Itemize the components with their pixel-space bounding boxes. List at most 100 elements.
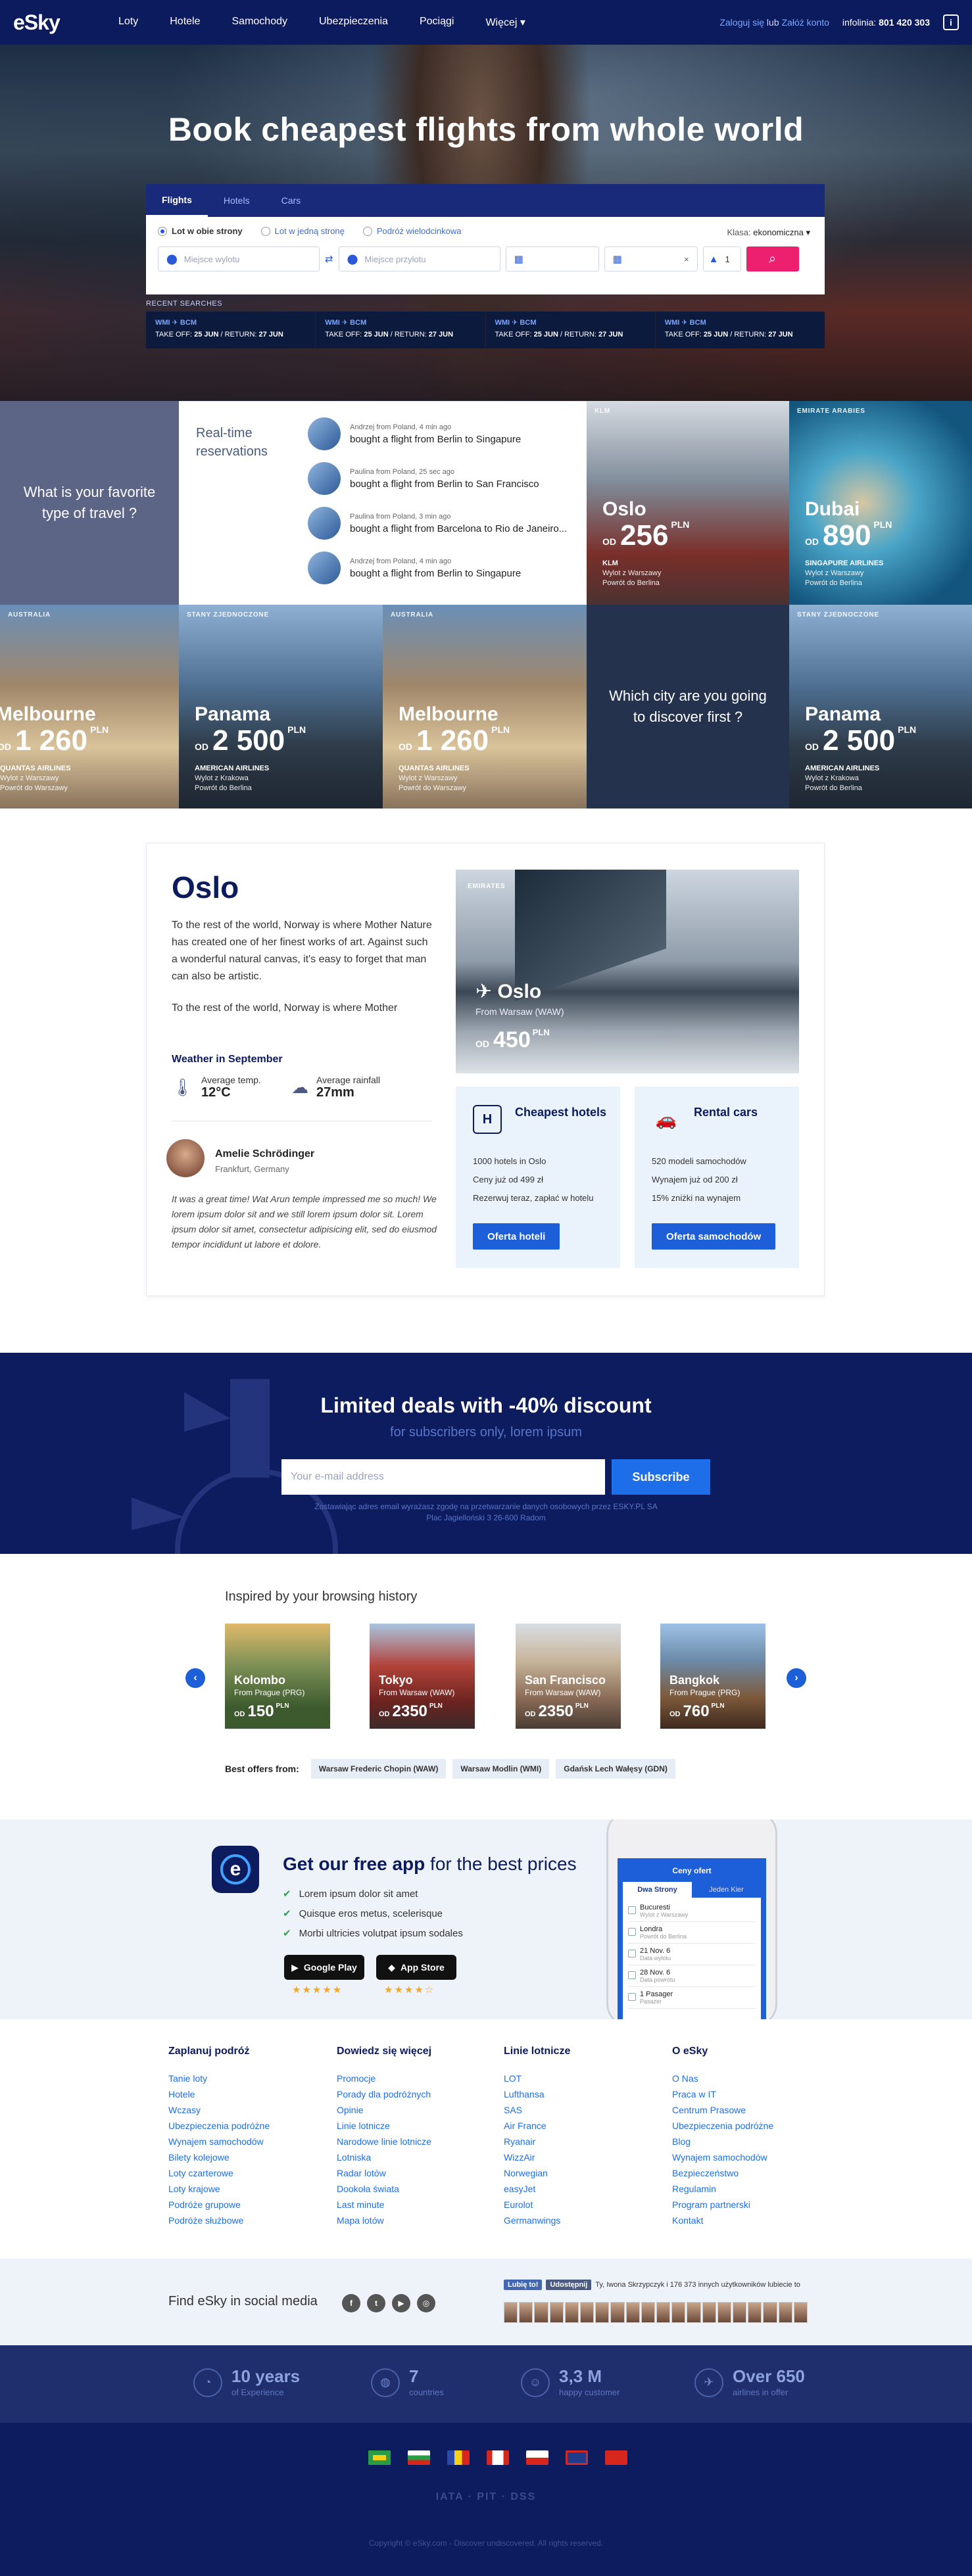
esky-logo[interactable]: eSky bbox=[13, 11, 99, 35]
oslo-flight-offer[interactable]: EMIRATES ✈ Oslo From Warsaw (WAW) OD 450 P… bbox=[456, 870, 799, 1073]
nav-item-pociagi[interactable]: Pociągi bbox=[420, 16, 454, 29]
footer-link[interactable]: Lotniska bbox=[337, 2149, 495, 2165]
footer-link[interactable]: Narodowe linie lotnicze bbox=[337, 2134, 495, 2149]
deal-tile-dubai[interactable]: EMIRATE ARABIES Dubai OD 890 PLN SINGAPURE… bbox=[789, 401, 972, 605]
footer-link[interactable]: Air France bbox=[504, 2118, 662, 2134]
footer-link[interactable]: Germanwings bbox=[504, 2213, 662, 2228]
inspired-card-kolombo[interactable]: Kolombo From Prague (PRG) OD 150 PLN bbox=[225, 1624, 330, 1729]
swap-icon[interactable]: ⇄ bbox=[325, 253, 333, 265]
nav-item-wiecej[interactable]: Więcej ▾ bbox=[485, 16, 525, 29]
info-icon[interactable]: i bbox=[943, 14, 959, 30]
hotels-offer-button[interactable]: Oferta hoteli bbox=[473, 1223, 560, 1250]
airport-chip-wmi[interactable]: Warsaw Modlin (WMI) bbox=[452, 1759, 550, 1779]
footer-link[interactable]: SAS bbox=[504, 2102, 662, 2118]
flag-brazil-icon[interactable] bbox=[368, 2450, 391, 2465]
trip-type-multicity-radio[interactable]: Podróż wielodcinkowa bbox=[362, 226, 461, 236]
footer-link[interactable]: WizzAir bbox=[504, 2149, 662, 2165]
footer-link[interactable]: Last minute bbox=[337, 2197, 495, 2213]
footer-link[interactable]: Kontakt bbox=[672, 2213, 830, 2228]
search-button[interactable]: ⌕ bbox=[746, 246, 799, 271]
footer-link[interactable]: Program partnerski bbox=[672, 2197, 830, 2213]
footer-link[interactable]: Regulamin bbox=[672, 2181, 830, 2197]
footer-link[interactable]: Eurolot bbox=[504, 2197, 662, 2213]
arrival-input[interactable]: ⬤ Miejsce przylotu bbox=[338, 246, 500, 271]
footer-link[interactable]: O Nas bbox=[672, 2071, 830, 2086]
cars-offer-button[interactable]: Oferta samochodów bbox=[652, 1223, 776, 1250]
footer-link[interactable]: Tanie loty bbox=[168, 2071, 326, 2086]
tab-flights[interactable]: Flights bbox=[146, 184, 208, 217]
flag-turkey-icon[interactable] bbox=[605, 2450, 627, 2465]
footer-link[interactable]: Porady dla podróżnych bbox=[337, 2086, 495, 2102]
footer-link[interactable]: Loty czarterowe bbox=[168, 2165, 326, 2181]
tab-hotels[interactable]: Hotels bbox=[208, 184, 266, 217]
login-link[interactable]: Zaloguj się bbox=[719, 17, 764, 28]
inspired-card-tokyo[interactable]: Tokyo From Warsaw (WAW) OD 2350 PLN bbox=[370, 1624, 475, 1729]
footer-link[interactable]: Wczasy bbox=[168, 2102, 326, 2118]
instagram-icon[interactable]: ◎ bbox=[417, 2294, 435, 2312]
deal-tile-panama[interactable]: STANY ZJEDNOCZONE Panama OD 2 500 PLN AMER… bbox=[179, 605, 383, 808]
footer-link[interactable]: Podróże grupowe bbox=[168, 2197, 326, 2213]
footer-link[interactable]: Praca w IT bbox=[672, 2086, 830, 2102]
airport-chip-waw[interactable]: Warsaw Frederic Chopin (WAW) bbox=[310, 1759, 447, 1779]
subscribe-button[interactable]: Subscribe bbox=[612, 1459, 710, 1495]
airport-chip-gdn[interactable]: Gdańsk Lech Wałęsy (GDN) bbox=[556, 1759, 675, 1779]
nav-item-loty[interactable]: Loty bbox=[118, 16, 138, 29]
flag-romania-icon[interactable] bbox=[447, 2450, 470, 2465]
twitter-icon[interactable]: t bbox=[367, 2294, 385, 2312]
carousel-prev-button[interactable]: ‹ bbox=[185, 1668, 205, 1688]
nav-item-hotele[interactable]: Hotele bbox=[170, 16, 200, 29]
footer-link[interactable]: Podróże służbowe bbox=[168, 2213, 326, 2228]
footer-link[interactable]: Dookoła świata bbox=[337, 2181, 495, 2197]
footer-link[interactable]: Ubezpieczenia podróżne bbox=[168, 2118, 326, 2134]
register-link[interactable]: Załóż konto bbox=[782, 17, 829, 28]
footer-link[interactable]: LOT bbox=[504, 2071, 662, 2086]
email-input[interactable]: Your e-mail address bbox=[281, 1459, 605, 1495]
footer-link[interactable]: Ubezpieczenia podróżne bbox=[672, 2118, 830, 2134]
footer-link[interactable]: Wynajem samochodów bbox=[672, 2149, 830, 2165]
footer-link[interactable]: Mapa lotów bbox=[337, 2213, 495, 2228]
deal-tile-panama[interactable]: STANY ZJEDNOCZONE Panama OD 2 500 PLN AMER… bbox=[789, 605, 972, 808]
flag-bulgaria-icon[interactable] bbox=[408, 2450, 430, 2465]
youtube-icon[interactable]: ▶ bbox=[392, 2294, 410, 2312]
footer-link[interactable]: Blog bbox=[672, 2134, 830, 2149]
app-store-button[interactable]: ◆ App Store bbox=[376, 1955, 456, 1980]
passengers-input[interactable]: ▲ 1 bbox=[702, 246, 741, 271]
flag-poland-icon[interactable] bbox=[526, 2450, 548, 2465]
inspired-card-bangkok[interactable]: Bangkok From Prague (PRG) OD 760 PLN bbox=[660, 1624, 765, 1729]
footer-link[interactable]: Ryanair bbox=[504, 2134, 662, 2149]
footer-link[interactable]: Wynajem samochodów bbox=[168, 2134, 326, 2149]
recent-search-item[interactable]: WMI ✈ BCM TAKE OFF: 25 JUN / RETURN: 27 J… bbox=[316, 312, 486, 348]
footer-link[interactable]: Linie lotnicze bbox=[337, 2118, 495, 2134]
footer-link[interactable]: Lufthansa bbox=[504, 2086, 662, 2102]
footer-link[interactable]: easyJet bbox=[504, 2181, 662, 2197]
deal-tile-melbourne[interactable]: AUSTRALIA Melbourne OD 1 260 PLN QUANTAS A… bbox=[0, 605, 179, 808]
return-date-input[interactable]: ▦ × bbox=[604, 246, 698, 271]
fb-like-button[interactable]: Lubię to! bbox=[504, 2280, 543, 2290]
recent-search-item[interactable]: WMI ✈ BCM TAKE OFF: 25 JUN / RETURN: 27 J… bbox=[146, 312, 316, 348]
footer-link[interactable]: Bezpieczeństwo bbox=[672, 2165, 830, 2181]
footer-link[interactable]: Hotele bbox=[168, 2086, 326, 2102]
fb-share-button[interactable]: Udostępnij bbox=[546, 2280, 592, 2290]
nav-item-ubezpieczenia[interactable]: Ubezpieczenia bbox=[319, 16, 388, 29]
deal-tile-melbourne[interactable]: AUSTRALIA Melbourne OD 1 260 PLN QUANTAS A… bbox=[383, 605, 587, 808]
inspired-card-san-francisco[interactable]: San Francisco From Warsaw (WAW) OD 2350 PLN bbox=[516, 1624, 621, 1729]
tab-cars[interactable]: Cars bbox=[266, 184, 317, 217]
infoline-number[interactable]: 801 420 303 bbox=[879, 17, 930, 28]
recent-search-item[interactable]: WMI ✈ BCM TAKE OFF: 25 JUN / RETURN: 27 J… bbox=[656, 312, 825, 348]
departure-date-input[interactable]: ▦ bbox=[505, 246, 599, 271]
facebook-icon[interactable]: f bbox=[342, 2294, 360, 2312]
flag-peru-icon[interactable] bbox=[487, 2450, 509, 2465]
footer-link[interactable]: Loty krajowe bbox=[168, 2181, 326, 2197]
trip-type-oneway-radio[interactable]: Lot w jedną stronę bbox=[260, 226, 345, 236]
footer-link[interactable]: Bilety kolejowe bbox=[168, 2149, 326, 2165]
travel-type-tile[interactable]: What is your favorite type of travel ? bbox=[0, 401, 179, 605]
city-discover-tile[interactable]: Which city are you going to discover fir… bbox=[587, 605, 789, 808]
class-select[interactable]: Klasa: ekonomiczna ▾ bbox=[727, 227, 811, 238]
google-play-button[interactable]: ▶ Google Play bbox=[284, 1955, 364, 1980]
departure-input[interactable]: ⬤ Miejsce wylotu bbox=[158, 246, 320, 271]
carousel-next-button[interactable]: › bbox=[787, 1668, 806, 1688]
footer-link[interactable]: Opinie bbox=[337, 2102, 495, 2118]
nav-item-samochody[interactable]: Samochody bbox=[232, 16, 288, 29]
deal-tile-oslo[interactable]: KLM Oslo OD 256 PLN KLM Wylot z Warszawy Pow… bbox=[587, 401, 789, 605]
clear-date-icon[interactable]: × bbox=[684, 254, 689, 264]
